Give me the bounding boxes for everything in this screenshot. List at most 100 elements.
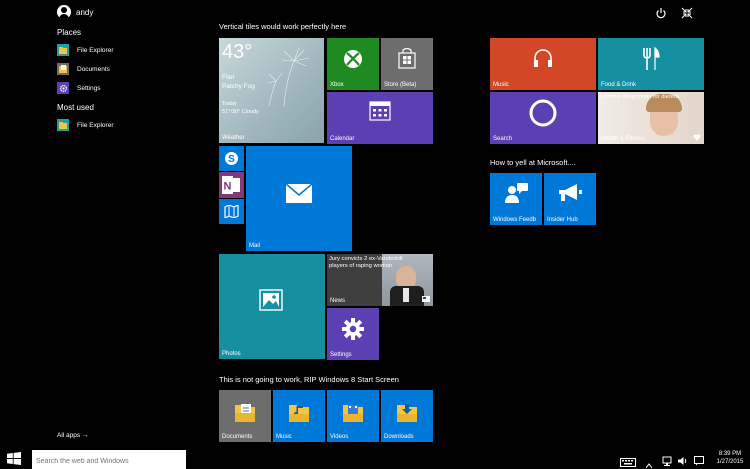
avatar[interactable]: [57, 5, 71, 19]
music-label: Music: [493, 82, 509, 88]
videos-folder-icon: [343, 405, 363, 422]
place-settings[interactable]: Settings: [57, 81, 101, 95]
start-button[interactable]: [7, 452, 21, 465]
news-tile[interactable]: Jury convicts 2 ex-Vanderbilt players of…: [327, 254, 433, 306]
search-label: Search: [493, 136, 513, 142]
maps-tile[interactable]: [219, 199, 244, 224]
music-folder-icon: [289, 405, 309, 422]
user-name[interactable]: andy: [76, 8, 93, 17]
utensils-icon: [643, 47, 660, 70]
place-documents[interactable]: Documents: [57, 62, 110, 76]
onenote-icon: N: [222, 176, 240, 194]
place-label: Documents: [77, 65, 110, 73]
group-title-3: This is not going to work, RIP Windows 8…: [219, 375, 399, 384]
clock[interactable]: 8:39 PM 1/27/2015: [712, 450, 748, 466]
place-label: File Explorer: [77, 46, 114, 54]
place-label: Settings: [77, 84, 101, 92]
downloads-folder-tile[interactable]: Downloads: [381, 390, 433, 442]
mail-label: Mail: [249, 243, 261, 249]
xbox-icon: [344, 50, 362, 68]
news-headline: Jury convicts 2 ex-Vanderbilt players of…: [329, 256, 403, 269]
documents-icon: [57, 63, 69, 75]
windows-logo-icon: [7, 452, 21, 465]
search-tile[interactable]: Search: [490, 92, 596, 144]
volume-icon[interactable]: [678, 453, 688, 465]
music-folder-tile[interactable]: Music: [273, 390, 325, 442]
svg-text:S: S: [228, 154, 235, 165]
folder-icon: [57, 119, 69, 131]
food-drink-label: Food & Drink: [601, 82, 637, 88]
place-file-explorer[interactable]: File Explorer: [57, 43, 113, 57]
svg-text:N: N: [224, 181, 232, 193]
food-drink-tile[interactable]: Food & Drink: [598, 38, 704, 90]
photos-tile[interactable]: Photos: [219, 254, 325, 359]
taskbar-search-box[interactable]: [32, 450, 186, 469]
onenote-tile[interactable]: N: [219, 172, 244, 198]
news-icon: [422, 296, 430, 302]
news-label: News: [330, 298, 346, 304]
map-icon: [224, 205, 239, 218]
music-folder-label: Music: [276, 434, 292, 440]
restore-size-icon[interactable]: [681, 6, 693, 19]
touch-keyboard-icon[interactable]: [620, 454, 636, 467]
downloads-folder-icon: [397, 404, 417, 422]
insider-hub-tile[interactable]: Insider Hub: [544, 173, 596, 225]
xbox-label: Xbox: [330, 82, 344, 88]
megaphone-icon: [559, 184, 582, 201]
envelope-icon: [286, 184, 312, 203]
windows-feedback-tile[interactable]: Windows Feedb: [490, 173, 542, 225]
most-used-title: Most used: [57, 103, 94, 112]
taskbar-search-input[interactable]: [32, 453, 186, 469]
settings-tile[interactable]: Settings: [327, 308, 379, 360]
documents-tile[interactable]: Documents: [219, 390, 271, 442]
taskbar: 8:39 PM 1/27/2015: [0, 447, 750, 469]
cortana-icon: [529, 99, 557, 127]
group-title-1: Vertical tiles would work perfectly here: [219, 22, 347, 31]
store-label: Store (Beta): [384, 82, 417, 88]
all-apps-link[interactable]: All apps →: [57, 432, 88, 439]
weather-label: Weather: [222, 135, 245, 141]
skype-tile[interactable]: S: [219, 146, 244, 171]
most-used-label: File Explorer: [77, 121, 114, 129]
headphones-icon: [534, 49, 552, 67]
xbox-tile[interactable]: Xbox: [327, 38, 379, 90]
health-fitness-tile[interactable]: 10 most filling foods for dieters Health…: [598, 92, 704, 144]
chevron-up-icon[interactable]: [645, 455, 653, 469]
weather-temperature: 43°: [222, 41, 253, 63]
videos-folder-tile[interactable]: Videos: [327, 390, 379, 442]
store-tile[interactable]: Store (Beta): [381, 38, 433, 90]
gear-icon: [57, 82, 69, 94]
music-tile[interactable]: Music: [490, 38, 596, 90]
weather-condition: Patchy Fog: [222, 83, 255, 90]
weather-tile[interactable]: 43° Filer Patchy Fog Today 51°/30° Cloud…: [219, 38, 324, 143]
documents-label: Documents: [222, 434, 253, 440]
most-used-file-explorer[interactable]: File Explorer: [57, 118, 113, 132]
videos-folder-label: Videos: [330, 434, 349, 440]
downloads-folder-label: Downloads: [384, 434, 414, 440]
places-title: Places: [57, 28, 82, 37]
clock-time: 8:39 PM: [718, 451, 742, 457]
health-headline: 10 most filling foods for dieters: [600, 94, 679, 100]
weather-today: Today: [222, 101, 237, 107]
calendar-label: Calendar: [330, 136, 355, 142]
skype-icon: S: [225, 152, 238, 165]
clock-date: 1/27/2015: [716, 459, 744, 465]
group-title-2: How to yell at Microsoft....: [490, 158, 576, 167]
gear-icon: [342, 318, 364, 340]
power-icon[interactable]: [655, 6, 667, 19]
dandelion-image: [267, 47, 310, 106]
settings-label: Settings: [330, 352, 352, 358]
windows-feedback-label: Windows Feedb: [493, 217, 537, 223]
feedback-icon: [505, 183, 528, 203]
calendar-tile[interactable]: Calendar: [327, 92, 433, 144]
weather-range: 51°/30° Cloudy: [222, 109, 259, 115]
photos-label: Photos: [222, 351, 241, 357]
heart-icon: [693, 134, 701, 141]
weather-place: Filer: [222, 74, 235, 81]
network-icon[interactable]: [662, 453, 672, 466]
documents-folder-icon: [235, 404, 255, 422]
health-fitness-label: Health & Fitness: [601, 136, 646, 142]
action-center-icon[interactable]: [694, 453, 704, 466]
mail-tile[interactable]: Mail: [246, 146, 352, 251]
picture-icon: [259, 289, 283, 311]
